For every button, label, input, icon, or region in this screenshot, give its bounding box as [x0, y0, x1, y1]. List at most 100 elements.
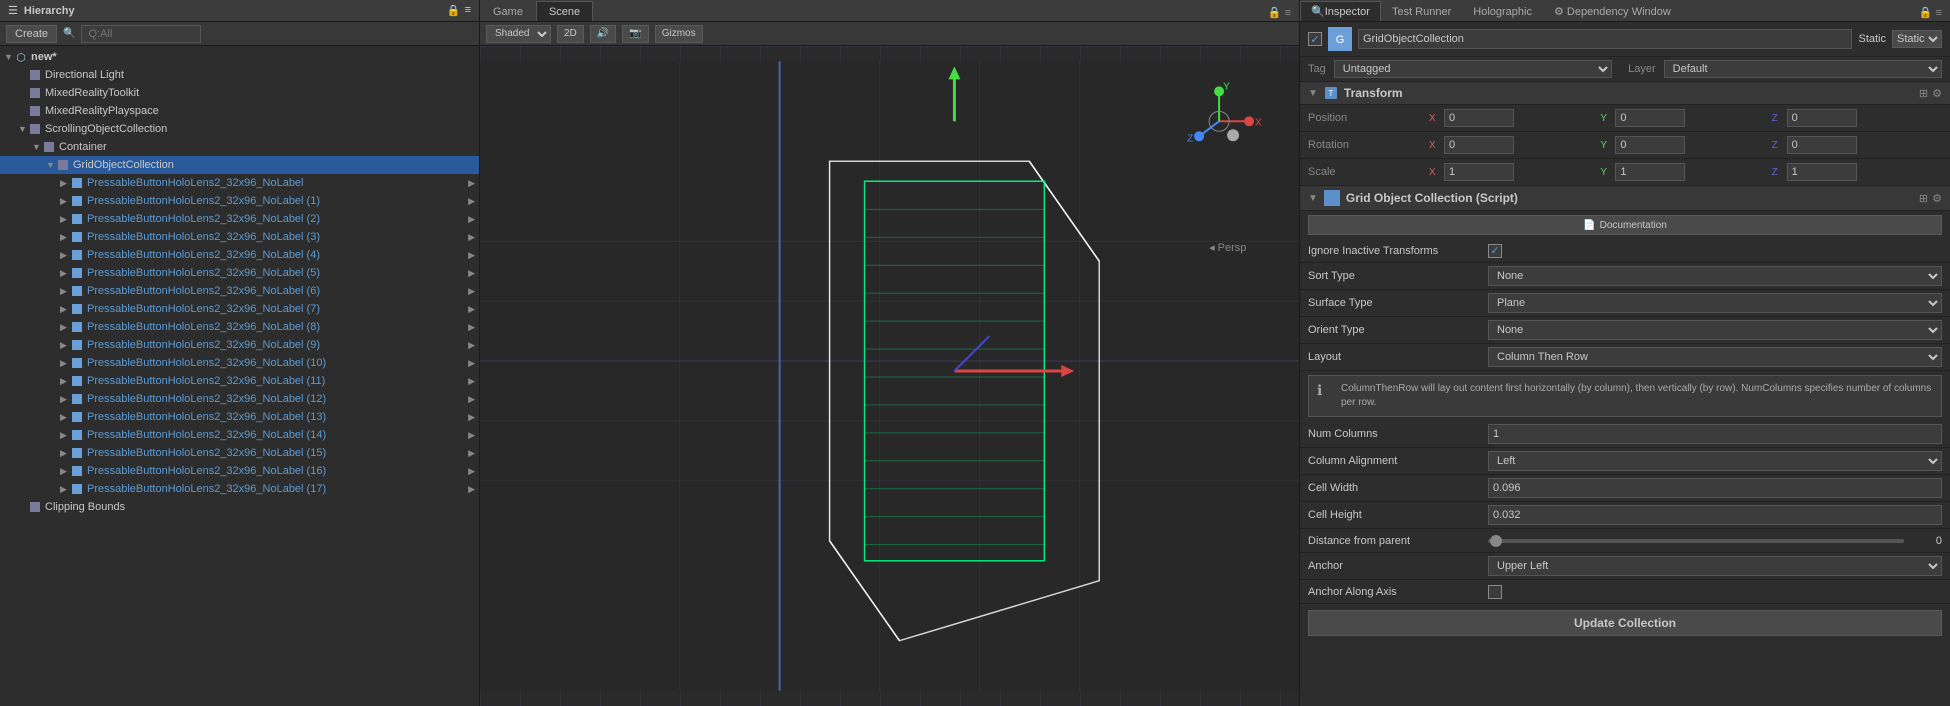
gizmos-button[interactable]: Gizmos	[655, 25, 703, 43]
cell-height-input[interactable]	[1488, 505, 1942, 525]
column-alignment-select[interactable]: Left Center Right	[1488, 451, 1942, 471]
transform-copy-icon[interactable]: ⊞	[1919, 87, 1928, 100]
expand-arrow[interactable]: ▶	[60, 286, 70, 297]
expand-arrow[interactable]: ▶	[60, 376, 70, 387]
static-dropdown[interactable]: Static	[1892, 30, 1942, 48]
script-settings-icon[interactable]: ⚙	[1932, 192, 1942, 205]
transform-settings-icon[interactable]: ⚙	[1932, 87, 1942, 100]
expand-arrow[interactable]: ▶	[60, 232, 70, 243]
hierarchy-item-mrp[interactable]: MixedRealityPlayspace	[0, 102, 479, 120]
documentation-button[interactable]: 📄 Documentation	[1308, 215, 1942, 235]
expand-arrow[interactable]: ▶	[60, 304, 70, 315]
scene-viewport[interactable]: X Y Z ◂ Persp	[480, 46, 1299, 706]
tag-label: Tag	[1308, 63, 1326, 75]
distance-slider-thumb[interactable]	[1490, 535, 1502, 547]
hierarchy-item-btn6[interactable]: ▶PressableButtonHoloLens2_32x96_NoLabel …	[0, 282, 479, 300]
script-section-header[interactable]: ▼ Grid Object Collection (Script) ⊞ ⚙	[1300, 186, 1950, 211]
2d-button[interactable]: 2D	[557, 25, 584, 43]
expand-arrow[interactable]: ▶	[60, 358, 70, 369]
position-x-input[interactable]	[1444, 109, 1514, 127]
num-columns-input[interactable]	[1488, 424, 1942, 444]
expand-arrow[interactable]: ▶	[60, 340, 70, 351]
hierarchy-item-btn8[interactable]: ▶PressableButtonHoloLens2_32x96_NoLabel …	[0, 318, 479, 336]
scale-x-input[interactable]	[1444, 163, 1514, 181]
hierarchy-item-btn9[interactable]: ▶PressableButtonHoloLens2_32x96_NoLabel …	[0, 336, 479, 354]
hierarchy-item-btn2[interactable]: ▶PressableButtonHoloLens2_32x96_NoLabel …	[0, 210, 479, 228]
scene-cam-button[interactable]: 📷	[622, 25, 648, 43]
hierarchy-item-btn12[interactable]: ▶PressableButtonHoloLens2_32x96_NoLabel …	[0, 390, 479, 408]
expand-arrow[interactable]: ▶	[60, 250, 70, 261]
hierarchy-item-btn14[interactable]: ▶PressableButtonHoloLens2_32x96_NoLabel …	[0, 426, 479, 444]
layout-select[interactable]: Column Then Row Row Then Column	[1488, 347, 1942, 367]
tag-select[interactable]: Untagged	[1334, 60, 1612, 78]
expand-arrow[interactable]: ▼	[4, 52, 14, 62]
expand-arrow[interactable]: ▼	[32, 142, 42, 152]
sort-type-select[interactable]: None Alphabetical AlphabeticalReversed	[1488, 266, 1942, 286]
update-collection-button[interactable]: Update Collection	[1308, 610, 1942, 636]
hierarchy-item-soc[interactable]: ▼ScrollingObjectCollection	[0, 120, 479, 138]
expand-arrow[interactable]: ▶	[60, 322, 70, 333]
expand-arrow[interactable]: ▶	[60, 214, 70, 225]
object-active-checkbox[interactable]: ✓	[1308, 32, 1322, 46]
scale-z-input[interactable]	[1787, 163, 1857, 181]
expand-arrow[interactable]: ▶	[60, 394, 70, 405]
expand-arrow[interactable]: ▶	[60, 268, 70, 279]
script-copy-icon[interactable]: ⊞	[1919, 192, 1928, 205]
distance-slider-track[interactable]	[1488, 539, 1904, 543]
ignore-inactive-checkbox[interactable]: ✓	[1488, 244, 1502, 258]
tab-test-runner[interactable]: Test Runner	[1381, 1, 1462, 21]
expand-arrow[interactable]: ▶	[60, 178, 70, 189]
expand-arrow[interactable]: ▶	[60, 466, 70, 477]
hierarchy-search-input[interactable]	[81, 25, 201, 43]
layer-select[interactable]: Default	[1664, 60, 1942, 78]
hierarchy-item-mrtk[interactable]: MixedRealityToolkit	[0, 84, 479, 102]
expand-arrow[interactable]: ▶	[60, 412, 70, 423]
hierarchy-item-container[interactable]: ▼Container	[0, 138, 479, 156]
expand-arrow[interactable]: ▶	[60, 196, 70, 207]
audio-button[interactable]: 🔊	[590, 25, 616, 43]
tab-scene[interactable]: Scene	[536, 1, 593, 21]
expand-arrow[interactable]: ▼	[46, 160, 56, 170]
hierarchy-item-btn1[interactable]: ▶PressableButtonHoloLens2_32x96_NoLabel …	[0, 192, 479, 210]
right-arrow: ▶	[468, 214, 475, 225]
transform-section-header[interactable]: ▼ T Transform ⊞ ⚙	[1300, 82, 1950, 105]
hierarchy-item-btn4[interactable]: ▶PressableButtonHoloLens2_32x96_NoLabel …	[0, 246, 479, 264]
rotation-x-input[interactable]	[1444, 136, 1514, 154]
tab-dependency-window[interactable]: ⚙ Dependency Window	[1543, 1, 1682, 21]
scale-y-input[interactable]	[1615, 163, 1685, 181]
tab-holographic[interactable]: Holographic	[1462, 1, 1543, 21]
create-button[interactable]: Create	[6, 25, 57, 43]
anchor-select[interactable]: Upper Left Upper Center Upper Right Midd…	[1488, 556, 1942, 576]
position-z-input[interactable]	[1787, 109, 1857, 127]
cube-icon-gray	[30, 70, 40, 80]
hierarchy-item-btn13[interactable]: ▶PressableButtonHoloLens2_32x96_NoLabel …	[0, 408, 479, 426]
object-name-input[interactable]	[1358, 29, 1852, 49]
anchor-axis-checkbox[interactable]	[1488, 585, 1502, 599]
tab-inspector[interactable]: 🔍 Inspector	[1300, 1, 1381, 21]
position-y-input[interactable]	[1615, 109, 1685, 127]
shading-select[interactable]: Shaded	[486, 25, 551, 43]
hierarchy-item-btn7[interactable]: ▶PressableButtonHoloLens2_32x96_NoLabel …	[0, 300, 479, 318]
hierarchy-item-btn10[interactable]: ▶PressableButtonHoloLens2_32x96_NoLabel …	[0, 354, 479, 372]
cell-width-input[interactable]	[1488, 478, 1942, 498]
surface-type-select[interactable]: Plane Cylinder Sphere Radial	[1488, 293, 1942, 313]
hierarchy-item-clipping[interactable]: Clipping Bounds	[0, 498, 479, 516]
expand-arrow[interactable]: ▶	[60, 484, 70, 495]
hierarchy-item-btn15[interactable]: ▶PressableButtonHoloLens2_32x96_NoLabel …	[0, 444, 479, 462]
hierarchy-item-directional-light[interactable]: Directional Light	[0, 66, 479, 84]
hierarchy-item-btn3[interactable]: ▶PressableButtonHoloLens2_32x96_NoLabel …	[0, 228, 479, 246]
hierarchy-item-new[interactable]: ▼⬡new*	[0, 48, 479, 66]
hierarchy-item-btn0[interactable]: ▶PressableButtonHoloLens2_32x96_NoLabel▶	[0, 174, 479, 192]
tab-game[interactable]: Game	[480, 1, 536, 21]
hierarchy-item-btn11[interactable]: ▶PressableButtonHoloLens2_32x96_NoLabel …	[0, 372, 479, 390]
rotation-z-input[interactable]	[1787, 136, 1857, 154]
expand-arrow[interactable]: ▶	[60, 448, 70, 459]
hierarchy-item-goc[interactable]: ▼GridObjectCollection	[0, 156, 479, 174]
hierarchy-item-btn17[interactable]: ▶PressableButtonHoloLens2_32x96_NoLabel …	[0, 480, 479, 498]
rotation-y-input[interactable]	[1615, 136, 1685, 154]
expand-arrow[interactable]: ▶	[60, 430, 70, 441]
hierarchy-item-btn16[interactable]: ▶PressableButtonHoloLens2_32x96_NoLabel …	[0, 462, 479, 480]
hierarchy-item-btn5[interactable]: ▶PressableButtonHoloLens2_32x96_NoLabel …	[0, 264, 479, 282]
expand-arrow[interactable]: ▼	[18, 124, 28, 134]
orient-type-select[interactable]: None FaceOriginReversed FaceParentFace F…	[1488, 320, 1942, 340]
